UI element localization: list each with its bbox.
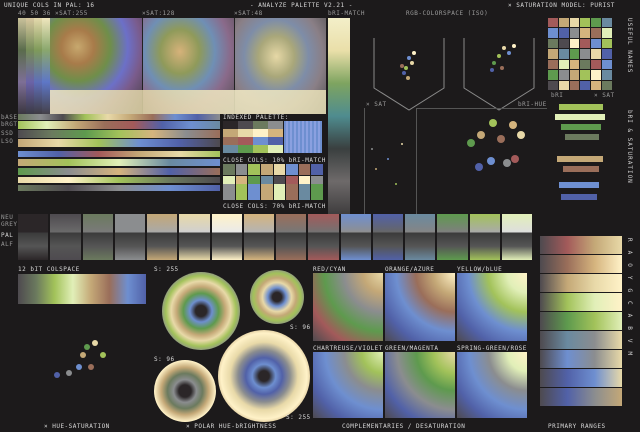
sat-scatter — [364, 108, 415, 214]
spring-rose-label: SPRING-GREEN/ROSE — [457, 345, 527, 352]
bri-match-label: bRI-MATCH — [328, 10, 366, 17]
polar-ring-large — [162, 272, 240, 350]
useful-names-grid[interactable] — [548, 18, 612, 90]
row-label-lso: LSO — [1, 138, 14, 145]
useful-names-label: USEFUL NAMES — [626, 18, 633, 74]
palette-columns[interactable] — [18, 214, 532, 260]
orange-azure-label: ORANGE/AZURE — [385, 266, 435, 273]
rgb-colorspace-view — [364, 18, 544, 114]
orange-azure-panel — [385, 273, 455, 341]
bri-match-column — [328, 18, 350, 214]
close-cols-70-grid[interactable] — [223, 184, 323, 200]
polar-footer[interactable]: × POLAR HUE-bRIGHTNESS — [186, 423, 276, 430]
sat128-label[interactable]: ×SAT:128 — [142, 10, 175, 17]
yellow-blue-panel — [457, 273, 527, 341]
row-label-base: bASE — [1, 114, 18, 121]
bri-hue-plot — [416, 108, 547, 215]
s255-top-label: S: 255 — [154, 266, 179, 273]
hue-saturation-footer[interactable]: × HUE-SATURATION — [44, 423, 110, 430]
sat-right-label[interactable]: × SAT — [594, 92, 615, 99]
polar-ring-left — [154, 360, 216, 422]
polar-ring-small — [250, 270, 304, 324]
row-label-grey: GREY — [1, 221, 18, 228]
indexed-palette-label: INDEXED PALETTE: — [223, 114, 289, 121]
saturation-model-toggle[interactable]: × SATURATION MODEL: PURIST — [508, 2, 615, 9]
bri-saturation-label: bRI & SATURATION — [626, 110, 633, 184]
ramp-letters: RAOYGCABVM — [626, 238, 633, 365]
sat-values-label: 40 50 36 ×SAT:255 — [18, 10, 88, 17]
row-label-pal: PAL — [1, 232, 14, 239]
close-cols-70-label: CLOSE COLS: 70% bRI-MATCH — [223, 203, 326, 210]
complementaries-footer: COMPLEMENTARIES / DESATURATION — [342, 423, 466, 430]
row-label-neu: NEU — [1, 214, 14, 221]
unique-cols-label: UNIQUE COLS IN PAL: 16 — [4, 2, 95, 9]
bit-colspace-label: 12 bIT COLSPACE — [18, 266, 80, 273]
sat48-label[interactable]: ×SAT:48 — [234, 10, 263, 17]
bri-label: bRI — [551, 92, 564, 99]
bri-hue-label: bRI-HUE — [518, 101, 547, 108]
sat-strips — [18, 18, 50, 114]
bit-colspace-strip — [18, 274, 146, 304]
row-label-ssd: SSD — [1, 130, 14, 137]
close-cols-10-label: CLOSE COLS: 10% bRI-MATCH — [223, 157, 326, 164]
green-magenta-panel — [385, 352, 455, 418]
yellow-blue-label: YELLOW/bLUE — [457, 266, 503, 273]
polar-ring-bottom — [218, 330, 310, 422]
app-title: - ANALYZE PALETTE V2.21 - — [250, 2, 353, 9]
chartreuse-violet-label: CHARTREUSE/VIOLET — [313, 345, 383, 352]
row-label-alf: ALF — [1, 241, 14, 248]
red-cyan-label: RED/CYAN — [313, 266, 346, 273]
row-label-bright: bRGT — [1, 121, 18, 128]
indexed-palette-grid[interactable] — [223, 121, 283, 153]
rgb-colorspace-label: RGB-COLORSPACE (ISO) — [406, 10, 489, 17]
hue-saturation-scatter — [18, 312, 146, 416]
rgb-cube-icon — [373, 38, 535, 111]
analyze-palette-window: UNIQUE COLS IN PAL: 16 - ANALYZE PALETTE… — [0, 0, 640, 432]
red-cyan-panel — [313, 273, 383, 341]
palette-stripe-rows — [18, 114, 220, 200]
chartreuse-violet-panel — [313, 352, 383, 418]
primary-ranges-footer: PRIMARY RANGES — [548, 423, 606, 430]
hue-saturation-panels — [50, 18, 326, 114]
bri-saturation-stack — [551, 100, 613, 212]
s96-mid-label: S: 96 — [290, 324, 311, 331]
green-magenta-label: GREEN/MAGENTA — [385, 345, 439, 352]
s255-bottom-label: S: 255 — [286, 414, 311, 421]
sat-small-label[interactable]: × SAT — [366, 101, 387, 108]
spring-rose-panel — [457, 352, 527, 418]
primary-ranges — [540, 236, 622, 418]
indexed-palette-preview[interactable] — [284, 121, 322, 153]
